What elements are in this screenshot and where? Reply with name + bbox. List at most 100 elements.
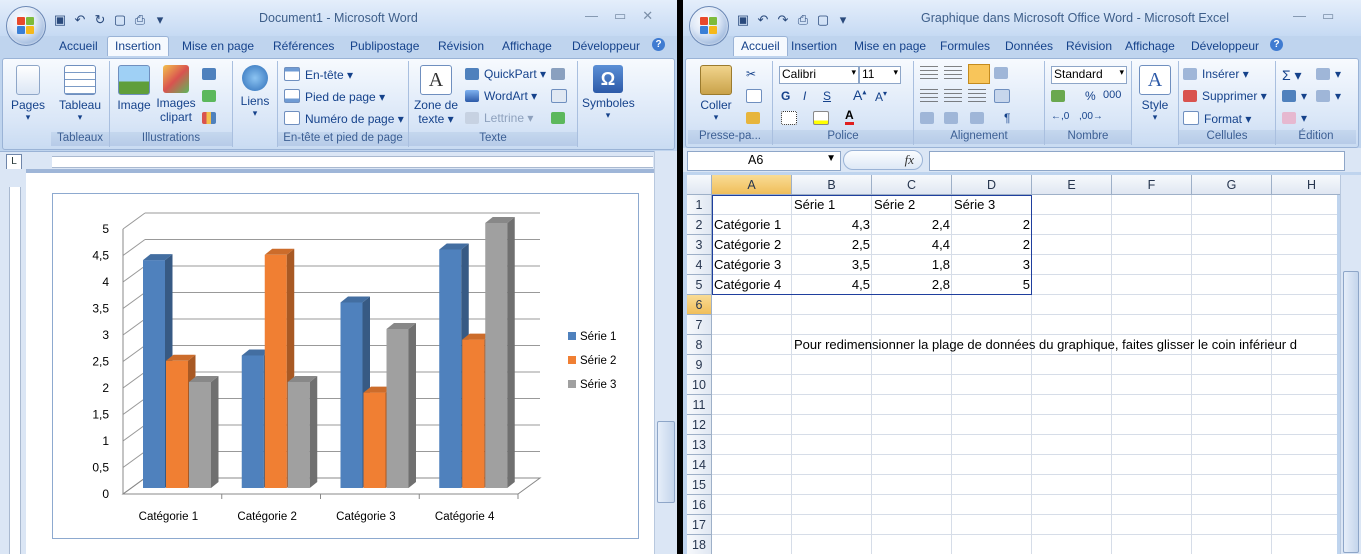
column-header[interactable]: F (1112, 175, 1192, 195)
column-header[interactable]: E (1032, 175, 1112, 195)
row-header[interactable]: 10 (687, 375, 712, 395)
tab-revision[interactable]: Révision (438, 39, 484, 53)
word-scroll-thumb[interactable] (657, 421, 675, 503)
currency-button[interactable] (1051, 89, 1070, 103)
cell[interactable]: Catégorie 4 (712, 275, 792, 295)
tab-accueil[interactable]: Accueil (59, 39, 98, 53)
save-icon[interactable]: ▣ (52, 12, 68, 28)
minimize-icon[interactable]: — (585, 8, 598, 24)
excel-minimize-icon[interactable]: — (1293, 8, 1306, 24)
tab-mise-en-page[interactable]: Mise en page (182, 39, 254, 53)
cell[interactable]: 3,5 (792, 255, 872, 275)
zone-de-texte-button[interactable]: A Zone de texte ▾ (413, 65, 459, 126)
font-name-select[interactable]: Calibri ▾ (779, 66, 859, 84)
excel-restore-icon[interactable]: ▭ (1322, 8, 1334, 24)
formula-input[interactable] (929, 151, 1345, 171)
excel-save-icon[interactable]: ▣ (735, 12, 751, 28)
smartart-button[interactable] (202, 89, 221, 103)
shapes-button[interactable] (202, 67, 221, 81)
cell[interactable]: Série 2 (872, 195, 952, 215)
select-all-corner[interactable] (687, 175, 712, 195)
excel-tab-revision[interactable]: Révision (1066, 39, 1112, 53)
bold-button[interactable]: G (781, 89, 790, 103)
autosum-button[interactable]: Σ ▾ (1282, 67, 1302, 84)
restore-icon[interactable]: ▭ (614, 8, 626, 24)
row-header[interactable]: 17 (687, 515, 712, 535)
font-size-select[interactable]: 11 ▾ (859, 66, 901, 84)
numero-de-page-button[interactable]: Numéro de page ▾ (284, 111, 404, 126)
row-header[interactable]: 9 (687, 355, 712, 375)
excel-tab-affichage[interactable]: Affichage (1125, 39, 1175, 53)
format-button[interactable]: Format ▾ (1183, 111, 1251, 126)
row-header[interactable]: 14 (687, 455, 712, 475)
document-page[interactable]: 0 0,5 1 1,5 2 2,5 3 3,5 4 4,5 5 Catégorie 1 Catégori… (26, 173, 654, 554)
coller-button[interactable]: Coller ▾ (692, 65, 740, 123)
name-box[interactable]: A6 ▼ (687, 151, 841, 171)
italic-button[interactable]: I (803, 89, 806, 103)
paragraph-button[interactable]: ¶ (1004, 111, 1010, 125)
office-button[interactable] (6, 6, 46, 46)
images-clipart-button[interactable]: Images clipart (154, 65, 198, 124)
excel-tab-donnees[interactable]: Données (1005, 39, 1053, 53)
cell[interactable]: 5 (952, 275, 1032, 295)
excel-tab-accueil[interactable]: Accueil (733, 36, 788, 56)
image-button[interactable]: Image (114, 65, 154, 112)
undo-icon[interactable]: ↶ (72, 12, 88, 28)
row-header[interactable]: 6 (687, 295, 712, 315)
align-middle-icon[interactable] (944, 66, 962, 82)
align-left-icon[interactable] (920, 89, 938, 103)
spreadsheet-grid[interactable]: A B C D E F G H 1 2 3 4 5 6 7 8 9 10 11 12 13 14 15 16 17 18 Série… (687, 175, 1352, 554)
excel-office-button[interactable] (689, 6, 729, 46)
pages-button[interactable]: Pages ▾ (11, 65, 45, 123)
wordart-button[interactable]: WordArt ▾ (465, 89, 537, 103)
chart-frame[interactable]: 0 0,5 1 1,5 2 2,5 3 3,5 4 4,5 5 Catégorie 1 Catégori… (52, 193, 639, 539)
sort-filter-button[interactable]: ▾ (1316, 67, 1341, 81)
tab-affichage[interactable]: Affichage (502, 39, 552, 53)
vertical-ruler-scale[interactable] (9, 187, 21, 554)
cell[interactable]: 4,3 (792, 215, 872, 235)
cell[interactable]: 4,5 (792, 275, 872, 295)
fill-button[interactable]: ▾ (1282, 89, 1307, 103)
increase-indent-button[interactable] (944, 111, 963, 125)
cell[interactable]: Catégorie 3 (712, 255, 792, 275)
tab-publipostage[interactable]: Publipostage (350, 39, 419, 53)
inserer-button[interactable]: Insérer ▾ (1183, 67, 1249, 81)
supprimer-button[interactable]: Supprimer ▾ (1183, 89, 1267, 103)
column-header[interactable]: G (1192, 175, 1272, 195)
cell[interactable]: Catégorie 1 (712, 215, 792, 235)
align-right-icon[interactable] (968, 89, 986, 103)
align-center-icon[interactable] (944, 89, 962, 103)
align-top-icon[interactable] (920, 66, 938, 82)
column-header[interactable]: C (872, 175, 952, 195)
excel-print-preview-icon[interactable]: ⎙ (795, 12, 811, 28)
increase-decimal-button[interactable]: ←,0 (1051, 111, 1069, 122)
wrap-text-button[interactable] (994, 89, 1015, 104)
excel-customize-qat-icon[interactable]: ▾ (835, 12, 851, 28)
excel-tab-developpeur[interactable]: Développeur (1191, 39, 1259, 53)
cell[interactable]: Série 1 (792, 195, 872, 215)
number-format-select[interactable]: Standard ▾ (1051, 66, 1127, 84)
excel-tab-mise-en-page[interactable]: Mise en page (854, 39, 926, 53)
tab-developpeur[interactable]: Développeur (572, 39, 640, 53)
column-header[interactable]: B (792, 175, 872, 195)
redo-icon[interactable]: ↻ (92, 12, 108, 28)
quickpart-button[interactable]: QuickPart ▾ (465, 67, 546, 81)
cell[interactable]: Pour redimensionner la plage de données … (792, 335, 1361, 355)
insert-function-button[interactable]: fx (843, 150, 923, 170)
orientation-button[interactable] (994, 66, 1013, 80)
lettrine-button[interactable]: Lettrine ▾ (465, 111, 533, 125)
cell[interactable]: 2,4 (872, 215, 952, 235)
close-icon[interactable]: ✕ (642, 8, 653, 24)
excel-scroll-thumb[interactable] (1343, 271, 1359, 553)
clear-button[interactable]: ▾ (1282, 111, 1307, 125)
chart-3d-column[interactable]: 0 0,5 1 1,5 2 2,5 3 3,5 4 4,5 5 Catégorie 1 Catégori… (53, 194, 638, 538)
cell[interactable]: Série 3 (952, 195, 1032, 215)
row-header[interactable]: 2 (687, 215, 712, 235)
style-button[interactable]: A Style ▾ (1136, 65, 1174, 123)
cell[interactable]: 1,8 (872, 255, 952, 275)
help-icon[interactable]: ? (652, 38, 665, 51)
excel-tab-insertion[interactable]: Insertion (791, 39, 837, 53)
pied-de-page-button[interactable]: Pied de page ▾ (284, 89, 385, 104)
copy-button[interactable] (746, 89, 767, 104)
word-vertical-scrollbar[interactable] (654, 151, 677, 554)
